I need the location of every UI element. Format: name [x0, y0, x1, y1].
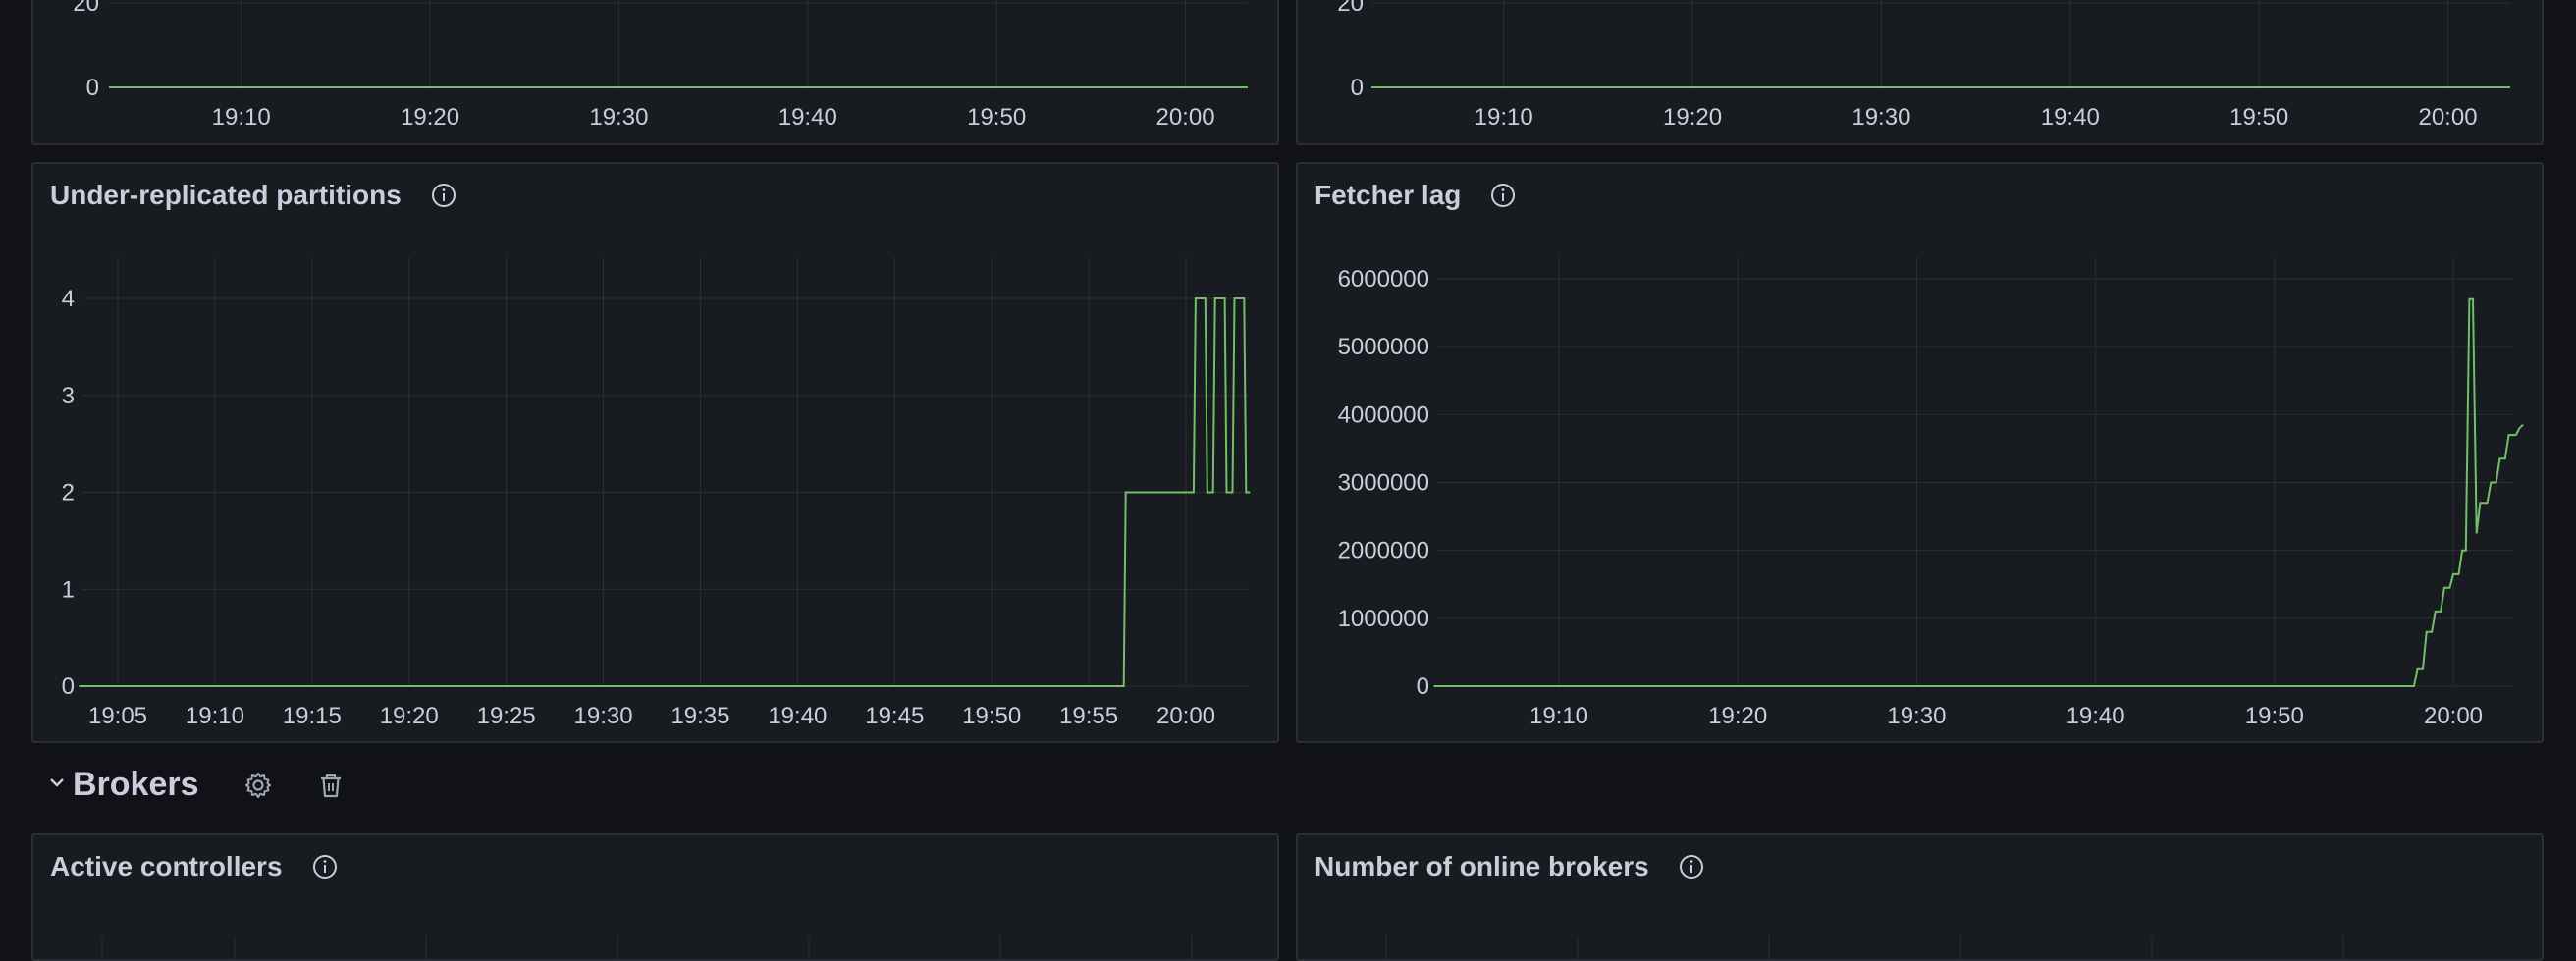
brokers-row-header[interactable]: Brokers — [47, 766, 388, 804]
x-tick-label: 19:30 — [589, 104, 648, 131]
online-brokers-panel: Number of online brokers — [1296, 833, 2544, 961]
x-tick-label: 20:00 — [1156, 703, 1215, 729]
under-replicated-partitions-chart: 19:05 19:10 19:15 19:20 19:25 19:30 19:35 19:40… — [62, 257, 1251, 729]
series-line — [1433, 297, 2524, 687]
y-tick-label: 1 — [62, 576, 75, 603]
trash-icon[interactable] — [315, 770, 347, 801]
under-replicated-partitions-panel: Under-replicated partitions 19:05 19:10 19… — [31, 162, 1279, 743]
x-tick-label: 19:30 — [1887, 703, 1946, 729]
x-tick-label: 19:05 — [88, 703, 147, 729]
top-right-chart: 19:10 19:20 19:30 19:40 19:50 20:00 20 0 — [1337, 0, 2510, 131]
x-tick-label: 20:00 — [2424, 703, 2483, 729]
x-tick-label: 19:40 — [2041, 104, 2100, 131]
chevron-down-icon[interactable] — [47, 773, 73, 798]
x-tick-label: 19:50 — [962, 703, 1021, 729]
x-tick-label: 19:10 — [212, 104, 271, 131]
active-controllers-panel: Active controllers — [31, 833, 1279, 961]
x-tick-label: 19:10 — [186, 703, 244, 729]
online-brokers-grid — [1385, 936, 2344, 959]
y-tick-label: 0 — [1351, 75, 1364, 101]
x-tick-label: 19:55 — [1059, 703, 1118, 729]
top-right-panel: 19:10 19:20 19:30 19:40 19:50 20:00 20 0 — [1296, 0, 2544, 145]
x-tick-label: 19:40 — [768, 703, 827, 729]
x-tick-label: 19:50 — [967, 104, 1026, 131]
y-tick-label: 4 — [62, 286, 75, 312]
x-tick-label: 20:00 — [1155, 104, 1214, 131]
row-title[interactable]: Brokers — [73, 766, 199, 804]
top-left-panel: 19:10 19:20 19:30 19:40 19:50 20:00 20 0 — [31, 0, 1279, 145]
y-tick-label: 2 — [62, 480, 75, 507]
x-tick-label: 19:20 — [380, 703, 439, 729]
x-tick-label: 19:20 — [1663, 104, 1722, 131]
x-tick-label: 19:45 — [865, 703, 924, 729]
top-left-chart: 19:10 19:20 19:30 19:40 19:50 20:00 20 0 — [73, 0, 1248, 131]
x-tick-label: 19:50 — [2229, 104, 2288, 131]
x-tick-label: 19:40 — [778, 104, 837, 131]
x-tick-label: 19:20 — [401, 104, 459, 131]
x-tick-label: 19:20 — [1708, 703, 1767, 729]
y-tick-label: 4000000 — [1338, 401, 1429, 428]
y-tick-label: 3000000 — [1338, 470, 1429, 497]
y-tick-label: 0 — [86, 75, 99, 101]
x-tick-label: 20:00 — [2418, 104, 2477, 131]
y-tick-label: 3 — [62, 383, 75, 409]
x-tick-label: 19:35 — [671, 703, 729, 729]
y-tick-label: 20 — [1337, 0, 1364, 17]
x-tick-label: 19:10 — [1475, 104, 1533, 131]
fetcher-lag-chart: 19:10 19:20 19:30 19:40 19:50 20:00 0 1000000 20… — [1338, 257, 2524, 729]
fetcher-lag-panel: Fetcher lag 19:10 19:20 19:30 19:40 19:50 20:… — [1296, 162, 2544, 743]
gear-icon[interactable] — [242, 770, 274, 801]
y-tick-label: 0 — [62, 673, 75, 700]
x-tick-label: 19:40 — [2066, 703, 2125, 729]
y-tick-label: 0 — [1417, 673, 1429, 700]
y-tick-label: 2000000 — [1338, 538, 1429, 564]
y-tick-label: 1000000 — [1338, 606, 1429, 632]
y-tick-label: 6000000 — [1338, 266, 1429, 293]
x-tick-label: 19:30 — [574, 703, 633, 729]
active-controllers-grid — [101, 936, 1193, 959]
x-tick-label: 19:25 — [477, 703, 536, 729]
x-tick-label: 19:15 — [283, 703, 342, 729]
y-tick-label: 20 — [73, 0, 99, 17]
x-tick-label: 19:10 — [1530, 703, 1588, 729]
y-tick-label: 5000000 — [1338, 334, 1429, 360]
x-tick-label: 19:30 — [1852, 104, 1910, 131]
x-tick-label: 19:50 — [2245, 703, 2304, 729]
